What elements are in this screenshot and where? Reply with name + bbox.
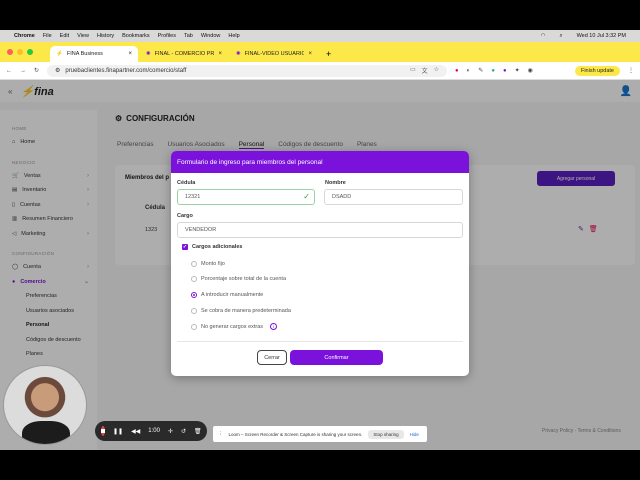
url-text: pruebaclientes.finapartner.com/comercio/… (65, 67, 187, 74)
check-icon: ✓ (303, 192, 310, 201)
radio-button[interactable] (191, 276, 197, 282)
grip-icon[interactable]: ⋮ (218, 431, 223, 437)
radio-button[interactable] (191, 261, 197, 267)
option-no-cargos[interactable]: No generar cargos extras i (191, 323, 278, 330)
cedula-label: Cédula (177, 180, 196, 186)
zoom-window-button[interactable] (27, 49, 33, 55)
rewind-icon[interactable]: ◀◀ (131, 428, 140, 435)
profile-avatar[interactable]: ◉ (528, 67, 533, 74)
mac-menubar: Chrome File Edit View History Bookmarks … (0, 30, 640, 42)
nombre-field[interactable]: DSADD (324, 189, 463, 205)
confirm-button[interactable]: Confirmar (290, 350, 383, 365)
loom-tab-icon: ✺ (146, 51, 151, 57)
menu-app[interactable]: Chrome (14, 33, 35, 39)
menu-tab[interactable]: Tab (184, 33, 193, 39)
radio-button-selected[interactable] (191, 292, 197, 298)
info-icon[interactable]: i (270, 323, 278, 330)
tab-label: FINA Business (66, 51, 103, 57)
restart-icon[interactable]: ↺ (181, 428, 186, 435)
menubar-clock[interactable]: Wed 10 Jul 3:32 PM (577, 33, 626, 39)
option-predeterminada[interactable]: Se cobra de manera predeterminada (191, 308, 291, 314)
bookmark-star-icon[interactable]: ☆ (434, 66, 439, 75)
modal-title: Formulario de ingreso para miembros del … (171, 151, 469, 173)
browser-toolbar: ← → ↻ ⚙ pruebaclientes.finapartner.com/c… (0, 62, 640, 80)
cargo-label: Cargo (177, 213, 193, 219)
menu-file[interactable]: File (43, 33, 52, 39)
address-bar[interactable]: ⚙ pruebaclientes.finapartner.com/comerci… (47, 64, 448, 77)
extension-icon[interactable]: ● (455, 68, 459, 74)
modal-divider (177, 341, 463, 342)
pause-icon[interactable]: ❚❚ (113, 428, 123, 435)
extension-icon[interactable]: ✎ (478, 67, 483, 74)
screen-share-bar: ⋮ Loom – Screen Recorder & Screen Captur… (213, 426, 427, 442)
minimize-window-button[interactable] (17, 49, 23, 55)
menu-window[interactable]: Window (201, 33, 221, 39)
extension-icon[interactable]: ● (503, 68, 507, 74)
recording-timer: 1:00 (148, 428, 160, 434)
option-monto-fijo[interactable]: Monto fijo (191, 261, 225, 267)
search-icon[interactable]: ⌕ (559, 33, 562, 40)
tab-label: FINAL - COMERCIO PREFER (154, 51, 215, 57)
browser-tabbar: ⚡ FINA Business × ✺ FINAL - COMERCIO PRE… (0, 42, 640, 62)
cargos-adicionales-checkbox[interactable]: ✓ Cargos adicionales (182, 244, 242, 250)
cedula-field[interactable]: 12321 ✓ (177, 189, 315, 205)
share-text: Loom – Screen Recorder & Screen Capture … (228, 431, 363, 437)
install-icon[interactable]: ▭ (410, 66, 416, 75)
nombre-label: Nombre (325, 180, 346, 186)
extension-icon[interactable]: ◐ (467, 68, 471, 74)
close-window-button[interactable] (7, 49, 13, 55)
checkbox-checked-icon: ✓ (182, 244, 188, 250)
menu-bookmarks[interactable]: Bookmarks (122, 33, 150, 39)
reload-icon[interactable]: ↻ (34, 67, 39, 74)
radio-button[interactable] (191, 323, 197, 330)
webcam-bubble[interactable] (3, 365, 87, 445)
close-tab-icon[interactable]: × (308, 51, 312, 57)
finish-update-button[interactable]: Finish update (574, 65, 620, 76)
browser-tab-comercio[interactable]: ✺ FINAL - COMERCIO PREFER × (140, 46, 228, 62)
option-manual[interactable]: A introducir manualmente (191, 292, 263, 298)
radio-button[interactable] (191, 308, 197, 314)
menu-profiles[interactable]: Profiles (158, 33, 176, 39)
loom-controls: ❚❚ ◀◀ 1:00 ✛ ↺ 🗑 (95, 421, 207, 441)
wifi-icon[interactable]: ◠ (541, 33, 546, 39)
stop-sharing-button[interactable]: Stop sharing (368, 429, 404, 439)
more-menu-icon[interactable]: ⋮ (628, 67, 634, 74)
tab-label: FINAL-VIDEO USUARIOS AS (244, 51, 305, 57)
extensions-puzzle-icon[interactable]: ✦ (515, 67, 520, 74)
loom-tab-icon: ✺ (236, 51, 241, 57)
draw-icon[interactable]: ✛ (168, 428, 173, 435)
back-icon[interactable]: ← (6, 68, 12, 74)
close-tab-icon[interactable]: × (128, 51, 132, 57)
window-controls (7, 49, 33, 55)
translate-icon[interactable]: 文 (422, 66, 428, 75)
option-porcentaje[interactable]: Porcentaje sobre total de la cuenta (191, 276, 286, 282)
extension-icon[interactable]: ● (491, 68, 495, 74)
menu-help[interactable]: Help (228, 33, 239, 39)
fina-tab-icon: ⚡ (56, 51, 63, 57)
staff-form-modal: Formulario de ingreso para miembros del … (171, 151, 469, 376)
menu-view[interactable]: View (77, 33, 89, 39)
cargo-field[interactable]: VENDEDOR (177, 222, 463, 238)
close-button[interactable]: Cerrar (257, 350, 287, 365)
forward-icon[interactable]: → (20, 68, 26, 74)
stop-recording-button[interactable] (101, 426, 105, 436)
site-info-icon[interactable]: ⚙ (55, 67, 60, 74)
menu-edit[interactable]: Edit (60, 33, 69, 39)
trash-icon[interactable]: 🗑 (194, 428, 202, 435)
new-tab-icon[interactable]: + (320, 49, 337, 62)
close-tab-icon[interactable]: × (218, 51, 222, 57)
hide-button[interactable]: Hide (410, 432, 419, 437)
menu-history[interactable]: History (97, 33, 114, 39)
browser-tab-video[interactable]: ✺ FINAL-VIDEO USUARIOS AS × (230, 46, 318, 62)
browser-tab-fina[interactable]: ⚡ FINA Business × (50, 46, 138, 62)
